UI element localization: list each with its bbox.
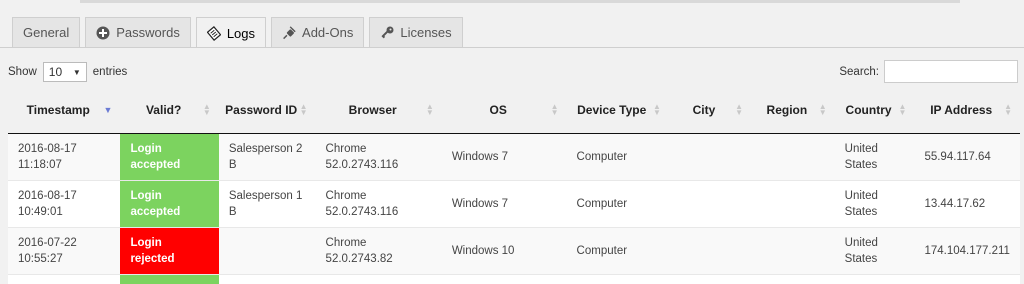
table-row: 2016-08-17 10:49:01 Login accepted Sales… xyxy=(8,180,1020,228)
logs-table: Timestamp ▼ Valid? ▲ ▼ Password ID ▲ ▼ Browse… xyxy=(8,88,1020,284)
cell-password-id: Salesperson 2 B xyxy=(218,133,316,181)
tab-label: Passwords xyxy=(116,25,180,40)
cell-country: United States xyxy=(834,227,915,275)
col-header-timestamp[interactable]: Timestamp ▼ xyxy=(8,88,121,134)
entries-label: entries xyxy=(92,66,128,78)
col-header-os[interactable]: OS ▲ ▼ xyxy=(441,88,567,134)
col-header-country[interactable]: Country ▲ ▼ xyxy=(834,88,915,134)
cell-city xyxy=(668,180,752,228)
cell-country: United States xyxy=(834,133,915,181)
sort-icon: ▲ ▼ xyxy=(898,102,907,118)
cell-region xyxy=(751,180,835,228)
cell-city xyxy=(668,133,752,181)
entries-length-control: Show 10 ▼ entries xyxy=(8,62,127,82)
cell-ip-address: 13.44.17.62 xyxy=(914,180,1020,228)
cell-region xyxy=(751,133,835,181)
search-label: Search: xyxy=(839,65,879,78)
cell-timestamp: 2016-08-17 10:49:01 xyxy=(8,180,121,228)
table-row-partial xyxy=(8,274,1020,284)
cell-password-id: Salesperson 1 B xyxy=(218,180,316,228)
tab-general[interactable]: General xyxy=(12,17,81,47)
tab-bar: General Passwords Logs Add-Ons Licenses xyxy=(12,17,463,48)
cell-valid-accepted xyxy=(120,274,219,284)
col-header-device-type[interactable]: Device Type ▲ ▼ xyxy=(566,88,669,134)
cell-timestamp: 2016-08-17 11:18:07 xyxy=(8,133,121,181)
cell-os: Windows 7 xyxy=(441,133,567,181)
cell-browser: Chrome 52.0.2743.82 xyxy=(315,227,442,275)
tab-add-ons[interactable]: Add-Ons xyxy=(271,17,365,47)
search-control: Search: xyxy=(839,60,1018,83)
col-header-browser[interactable]: Browser ▲ ▼ xyxy=(315,88,442,134)
cell-valid-rejected: Login rejected xyxy=(120,227,219,275)
tab-label: Logs xyxy=(226,25,256,41)
table-row: 2016-08-17 11:18:07 Login accepted Sales… xyxy=(8,133,1020,181)
show-label: Show xyxy=(8,66,37,78)
table-header-row: Timestamp ▼ Valid? ▲ ▼ Password ID ▲ ▼ Browse… xyxy=(8,88,1020,134)
sort-icon: ▲ ▼ xyxy=(652,102,661,118)
top-divider xyxy=(80,0,960,3)
cell-timestamp: 2016-07-22 10:55:27 xyxy=(8,227,121,275)
tab-label: Licenses xyxy=(400,25,452,40)
plug-icon xyxy=(282,26,296,40)
cell-region xyxy=(751,227,835,275)
cell-city xyxy=(668,227,752,275)
search-input[interactable] xyxy=(884,60,1018,83)
col-header-password-id[interactable]: Password ID ▲ ▼ xyxy=(218,88,316,134)
entries-select[interactable]: 10 ▼ xyxy=(42,62,87,82)
clipboard-icon xyxy=(206,25,221,41)
sort-icon: ▲ ▼ xyxy=(735,102,744,118)
cell-browser: Chrome 52.0.2743.116 xyxy=(315,133,442,181)
col-header-region[interactable]: Region ▲ ▼ xyxy=(751,88,835,134)
cell-device-type: Computer xyxy=(566,180,669,228)
cell-ip-address: 174.104.177.211 xyxy=(914,227,1020,275)
sort-icon: ▲ ▼ xyxy=(550,102,559,118)
plus-circle-icon xyxy=(96,26,110,40)
cell-country: United States xyxy=(834,180,915,228)
entries-select-value: 10 xyxy=(48,65,63,79)
table-row: 2016-07-22 10:55:27 Login rejected Chrom… xyxy=(8,227,1020,275)
tab-logs[interactable]: Logs xyxy=(195,17,267,48)
cell-device-type: Computer xyxy=(566,227,669,275)
cell-os: Windows 7 xyxy=(441,180,567,228)
tab-licenses[interactable]: Licenses xyxy=(369,17,463,47)
sort-icon: ▲ ▼ xyxy=(818,102,827,118)
col-header-city[interactable]: City ▲ ▼ xyxy=(668,88,752,134)
tab-label: Add-Ons xyxy=(302,25,354,40)
sort-icon: ▲ ▼ xyxy=(1004,102,1012,118)
tab-divider xyxy=(0,47,1024,48)
sort-icon: ▲ ▼ xyxy=(425,102,434,118)
sort-desc-icon: ▼ xyxy=(103,105,113,116)
cell-password-id xyxy=(218,227,316,275)
cell-valid-accepted: Login accepted xyxy=(120,180,219,228)
sort-icon: ▲ ▼ xyxy=(202,102,211,118)
cell-browser: Chrome 52.0.2743.116 xyxy=(315,180,442,228)
key-icon xyxy=(380,26,394,40)
col-header-valid[interactable]: Valid? ▲ ▼ xyxy=(120,88,219,134)
tab-label: General xyxy=(23,25,70,40)
cell-valid-accepted: Login accepted xyxy=(120,133,219,181)
cell-ip-address: 55.94.117.64 xyxy=(914,133,1020,181)
col-header-ip-address[interactable]: IP Address ▲ ▼ xyxy=(914,88,1020,134)
chevron-down-icon: ▼ xyxy=(72,67,81,77)
sort-icon: ▲ ▼ xyxy=(299,102,308,118)
cell-os: Windows 10 xyxy=(441,227,567,275)
tab-passwords[interactable]: Passwords xyxy=(85,17,191,47)
cell-device-type: Computer xyxy=(566,133,669,181)
